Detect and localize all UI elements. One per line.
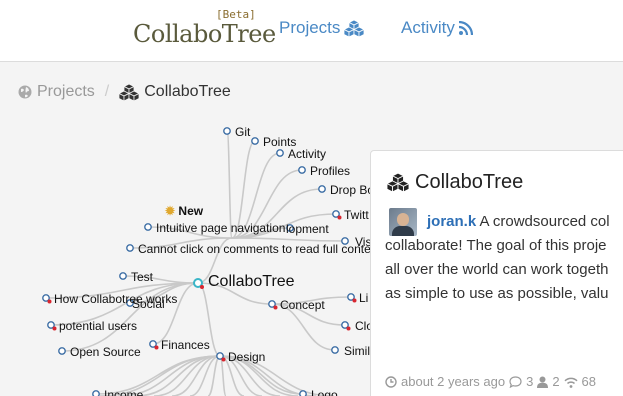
author-link[interactable]: joran.k [427, 213, 476, 230]
node-badge[interactable] [200, 285, 204, 289]
node-badge[interactable] [47, 299, 52, 304]
card-description: joran.k A crowdsourced col collaborate! … [385, 210, 623, 306]
beta-label: [Beta] [216, 8, 256, 21]
tree-node-label[interactable]: Test [131, 270, 153, 284]
new-badge: ✹ New [165, 204, 203, 218]
tree-node[interactable] [299, 390, 307, 396]
tree-edge [207, 355, 221, 396]
tree-node-label[interactable]: Profiles [310, 164, 350, 178]
comment-icon [509, 375, 522, 388]
tree-root-label[interactable]: CollaboTree [208, 273, 295, 291]
nav-projects-label: Projects [279, 18, 341, 37]
nav-activity-link[interactable]: Activity [401, 18, 473, 38]
tree-node[interactable] [92, 390, 100, 396]
cubes-icon [119, 83, 140, 101]
breadcrumb-projects-label: Projects [37, 83, 95, 100]
tree-node[interactable] [331, 346, 339, 354]
node-badge[interactable] [154, 345, 159, 350]
tree-node-label[interactable]: Finances [161, 338, 210, 352]
tree-node-label[interactable]: lopment [286, 222, 329, 236]
description-line-4: as simple to use as possible, valu [385, 285, 609, 302]
breadcrumb-separator: / [104, 83, 110, 100]
comment-count: 3 [526, 374, 534, 389]
user-icon [537, 376, 549, 388]
tree-node-label[interactable]: Drop Bo [330, 183, 374, 197]
tree-node-label[interactable]: Cannot click on comments to read full co… [138, 242, 371, 256]
view-count: 68 [581, 374, 597, 389]
tree-node-label[interactable]: Income [104, 388, 143, 396]
cubes-icon [387, 173, 409, 192]
card-title: CollaboTree [387, 171, 523, 194]
tree-node-label[interactable]: Activity [288, 147, 326, 161]
globe-icon [18, 85, 32, 99]
tree-node-label[interactable]: Intuitive page navigation [156, 221, 285, 235]
description-line-1: A crowdsourced col [479, 213, 610, 230]
user-count: 2 [552, 374, 560, 389]
tree-edge [231, 237, 346, 242]
tree-node-label[interactable]: Design [228, 350, 265, 364]
tree-node[interactable] [276, 149, 284, 157]
node-badge[interactable] [273, 305, 278, 310]
nav-activity-label: Activity [401, 18, 455, 37]
node-badge[interactable] [52, 326, 57, 331]
node-badge[interactable] [346, 326, 351, 331]
tree-node[interactable] [318, 185, 326, 193]
collabotree-logo[interactable]: CollaboTree [Beta] [133, 8, 276, 54]
tree-node-label[interactable]: potential users [59, 319, 137, 333]
node-badge[interactable] [337, 215, 342, 220]
project-card: CollaboTree joran.k A crowdsourced col c… [370, 150, 623, 396]
tree-node-label[interactable]: Li [359, 291, 368, 305]
tree-node-label[interactable]: Twitt [344, 208, 369, 222]
node-badge[interactable] [352, 298, 357, 303]
rss-icon [458, 21, 473, 35]
breadcrumb-projects-link[interactable]: Projects [18, 83, 95, 101]
tree-node[interactable] [58, 347, 66, 355]
node-badge[interactable] [221, 357, 226, 362]
tree-node-label[interactable]: Social [132, 297, 165, 311]
logo-text: CollaboTree [133, 20, 276, 48]
tree-node[interactable] [144, 223, 152, 231]
card-title-text: CollaboTree [415, 171, 524, 193]
tree-node[interactable] [251, 137, 259, 145]
description-line-2: collaborate! The goal of this proje [385, 237, 607, 254]
nav-projects-link[interactable]: Projects [279, 18, 365, 38]
cubes-icon [344, 19, 365, 37]
tree-node-label[interactable]: Logo [311, 388, 338, 396]
tree-node-label[interactable]: Open Source [70, 345, 141, 359]
tree-node[interactable] [119, 272, 127, 280]
tree-node-label[interactable]: Concept [280, 298, 325, 312]
card-footer: about 2 years ago 3 2 68 [385, 374, 596, 389]
card-time: about 2 years ago [401, 374, 506, 389]
sun-icon: ✹ [165, 204, 176, 218]
tree-node[interactable] [298, 166, 306, 174]
wifi-icon [564, 377, 578, 388]
top-navbar: CollaboTree [Beta] Projects Activity [0, 0, 623, 62]
new-label: New [178, 204, 204, 218]
tree-edge [219, 355, 227, 396]
breadcrumb-current: CollaboTree [119, 83, 231, 101]
breadcrumb-current-label: CollaboTree [144, 83, 231, 100]
tree-node-label[interactable]: Simil [344, 344, 370, 358]
tree-node[interactable] [126, 244, 134, 252]
breadcrumb: Projects / CollaboTree [18, 83, 231, 101]
clock-icon [385, 375, 397, 388]
tree-node[interactable] [223, 127, 231, 135]
tree-node-label[interactable]: Git [235, 125, 250, 139]
description-line-3: all over the world can work togeth [385, 261, 609, 278]
